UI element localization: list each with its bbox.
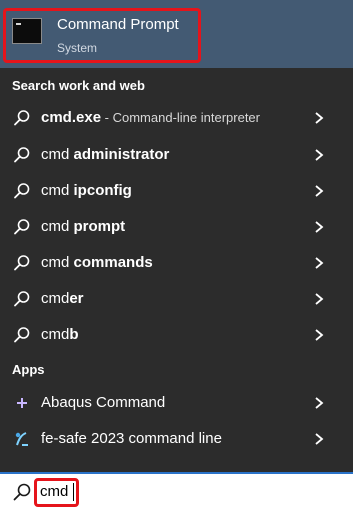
- search-icon: [14, 327, 30, 343]
- chevron-right-icon[interactable]: [312, 220, 326, 234]
- chevron-right-icon[interactable]: [312, 432, 326, 446]
- web-result-cmd-ipconfig[interactable]: cmd ipconfig: [0, 173, 353, 209]
- search-icon: [14, 291, 30, 307]
- web-result-cmd-commands[interactable]: cmd commands: [0, 245, 353, 281]
- web-result-label: cmd.exe - Command-line interpreter: [41, 109, 260, 126]
- fe-safe-icon: [15, 432, 28, 446]
- web-result-cmdb[interactable]: cmdb: [0, 317, 353, 353]
- best-match-command-prompt[interactable]: Command Prompt System: [0, 0, 353, 68]
- chevron-right-icon[interactable]: [312, 148, 326, 162]
- web-result-cmd-administrator[interactable]: cmd administrator: [0, 137, 353, 173]
- chevron-right-icon[interactable]: [312, 256, 326, 270]
- web-result-label: cmd administrator: [41, 146, 170, 163]
- app-abaqus-command[interactable]: Abaqus Command: [0, 385, 353, 421]
- chevron-right-icon[interactable]: [312, 184, 326, 198]
- web-result-label: cmd prompt: [41, 218, 126, 235]
- chevron-right-icon[interactable]: [312, 328, 326, 342]
- abaqus-icon: [17, 398, 27, 408]
- web-result-label: cmdb: [41, 326, 79, 343]
- web-result-label: cmder: [41, 290, 84, 307]
- app-label: Abaqus Command: [41, 394, 166, 411]
- search-icon: [14, 147, 30, 163]
- section-header-web: Search work and web: [12, 78, 145, 93]
- command-prompt-icon: [12, 18, 42, 44]
- app-label: fe-safe 2023 command line: [41, 430, 222, 447]
- web-result-cmder[interactable]: cmder: [0, 281, 353, 317]
- web-result-cmd-prompt[interactable]: cmd prompt: [0, 209, 353, 245]
- search-icon: [14, 219, 30, 235]
- search-icon: [14, 255, 30, 271]
- web-result-cmd-exe[interactable]: cmd.exe - Command-line interpreter: [0, 100, 353, 136]
- chevron-right-icon[interactable]: [312, 111, 326, 125]
- search-icon: [14, 110, 30, 126]
- text-caret: [73, 483, 74, 501]
- web-result-label: cmd commands: [41, 254, 153, 271]
- web-result-label: cmd ipconfig: [41, 182, 132, 199]
- search-icon: [13, 483, 31, 501]
- chevron-right-icon[interactable]: [312, 292, 326, 306]
- app-fe-safe-command-line[interactable]: fe-safe 2023 command line: [0, 421, 353, 457]
- start-search-panel: Command Prompt System Search work and we…: [0, 0, 353, 511]
- best-match-subtitle: System: [57, 41, 98, 55]
- search-icon: [14, 183, 30, 199]
- search-bar[interactable]: cmd: [0, 472, 353, 511]
- chevron-right-icon[interactable]: [312, 396, 326, 410]
- section-header-apps: Apps: [12, 362, 45, 377]
- search-input[interactable]: cmd: [40, 483, 68, 500]
- best-match-title: Command Prompt: [57, 16, 179, 33]
